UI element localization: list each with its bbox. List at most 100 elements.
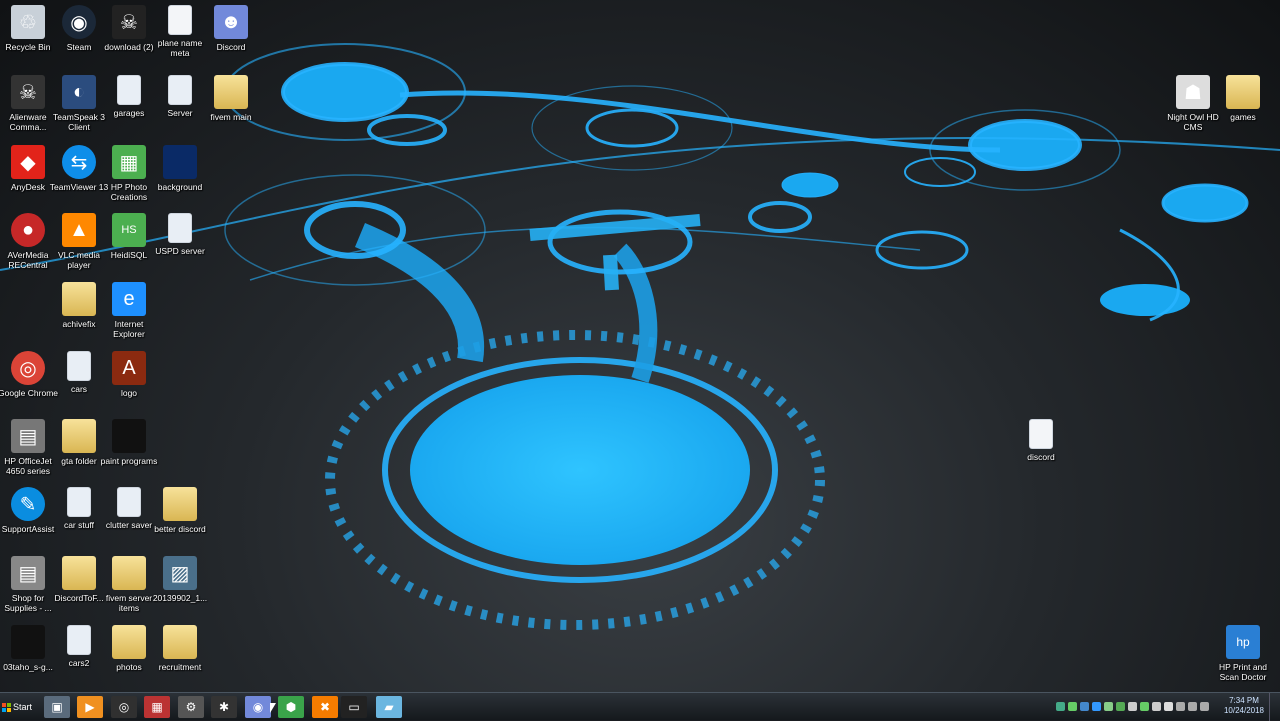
skull-image-icon: ☠ <box>112 5 146 39</box>
terminal-icon[interactable]: ▭ <box>341 696 367 718</box>
file-icon <box>67 351 91 381</box>
desktop-icon[interactable]: ● AVerMedia RECentral <box>0 213 56 270</box>
desktop-icon[interactable]: ▤ Shop for Supplies - ... <box>0 556 56 613</box>
desktop-icon[interactable]: ☠ Alienware Comma... <box>0 75 56 132</box>
desktop-icon[interactable]: Alogo <box>101 351 157 398</box>
tray-icon[interactable] <box>1056 702 1065 711</box>
desktop-icon[interactable]: fivem main <box>203 75 259 122</box>
desktop-icon-label: paint programs <box>100 456 158 466</box>
clock[interactable]: 7:34 PM 10/24/2018 <box>1224 696 1264 716</box>
tray-icon[interactable] <box>1116 702 1125 711</box>
photo-icon: ▨ <box>163 556 197 590</box>
folder-icon <box>214 75 248 109</box>
hex-app-icon[interactable]: ⬢ <box>278 696 304 718</box>
desktop-icon[interactable]: ◐ TeamSpeak 3 Client <box>51 75 107 132</box>
obs-icon[interactable]: ◎ <box>111 696 137 718</box>
desktop-icon[interactable]: hp HP Print and Scan Doctor <box>1215 625 1271 682</box>
tray-icon[interactable] <box>1200 702 1209 711</box>
tray-icon[interactable] <box>1092 702 1101 711</box>
spider-app-icon[interactable]: ✱ <box>211 696 237 718</box>
desktop-icon[interactable]: discord <box>1013 419 1069 462</box>
desktop-icon[interactable]: USPD server <box>152 213 208 256</box>
support-assist-icon: ✎ <box>11 487 45 521</box>
notepad-taskbar-icon[interactable]: ▰ <box>376 696 402 718</box>
hp-photo-icon: ▦ <box>112 145 146 179</box>
tray-icon[interactable] <box>1152 702 1161 711</box>
desktop-icon[interactable]: ☠ download (2) <box>101 5 157 52</box>
desktop-icon[interactable]: ▤ HP OfficeJet 4650 series <box>0 419 56 476</box>
desktop-icon[interactable]: ♲ Recycle Bin <box>0 5 56 52</box>
desktop-icon[interactable]: plane name meta <box>152 5 208 58</box>
taskbar: Start ▣ ▶ ◎ ▦ ⚙ ✱ ◉ ⬢ ✖ ▭ ▰ 7:34 PM 10/24/2018 <box>0 692 1280 721</box>
folder-icon <box>1226 75 1260 109</box>
internet-explorer-icon: e <box>112 282 146 316</box>
folder-icon <box>163 487 197 521</box>
desktop-icon[interactable]: games <box>1215 75 1271 122</box>
document-icon <box>168 5 192 35</box>
desktop-icon[interactable]: e Internet Explorer <box>101 282 157 339</box>
recycle-bin-icon: ♲ <box>11 5 45 39</box>
desktop-icon[interactable]: paint programs <box>101 419 157 466</box>
desktop-icon[interactable]: ▨ 20139902_1... <box>152 556 208 603</box>
desktop-icon[interactable]: ✎ SupportAssist <box>0 487 56 534</box>
flag-app-icon[interactable]: ▦ <box>144 696 170 718</box>
desktop-icon-label: discord <box>1027 452 1055 462</box>
tray-icon[interactable] <box>1080 702 1089 711</box>
desktop-icon[interactable]: 03taho_s-g... <box>0 625 56 672</box>
desktop-icon-label: games <box>1230 112 1256 122</box>
desktop-icon[interactable]: photos <box>101 625 157 672</box>
desktop-icon[interactable]: HS HeidiSQL <box>101 213 157 260</box>
desktop-icon-label: fivem main <box>210 112 252 122</box>
desktop-icon[interactable]: background <box>152 145 208 192</box>
folder-dark-icon <box>112 419 146 453</box>
gear-app-icon[interactable]: ⚙ <box>178 696 204 718</box>
desktop-icon[interactable]: better discord <box>152 487 208 534</box>
discord-taskbar-icon[interactable]: ◉ <box>245 696 271 718</box>
tray-icon[interactable] <box>1128 702 1137 711</box>
desktop-icon[interactable]: clutter saver <box>101 487 157 530</box>
teamviewer-icon: ⇆ <box>62 145 96 179</box>
tray-icon[interactable] <box>1068 702 1077 711</box>
anydesk-icon: ◆ <box>11 145 45 179</box>
desktop-icon-label: Discord <box>216 42 246 52</box>
printer-supplies-icon: ▤ <box>11 556 45 590</box>
tray-icon[interactable] <box>1104 702 1113 711</box>
folder-icon <box>112 625 146 659</box>
desktop-icon[interactable]: ☻ Discord <box>203 5 259 52</box>
file-icon <box>67 487 91 517</box>
tray-icon[interactable] <box>1140 702 1149 711</box>
heidisql-icon: HS <box>112 213 146 247</box>
image-icon <box>163 145 197 179</box>
desktop-icon[interactable]: Server <box>152 75 208 118</box>
folder-icon <box>62 282 96 316</box>
folder-icon <box>62 556 96 590</box>
xampp-icon[interactable]: ✖ <box>312 696 338 718</box>
desktop-icon-label: Internet Explorer <box>113 319 145 339</box>
tray-icon[interactable] <box>1176 702 1185 711</box>
desktop-icon-label: USPD server <box>155 246 205 256</box>
tray-icon[interactable] <box>1164 702 1173 711</box>
desktop-icon[interactable]: ▲ VLC media player <box>51 213 107 270</box>
clock-time: 7:34 PM <box>1229 696 1259 705</box>
media-player-icon[interactable]: ▶ <box>77 696 103 718</box>
desktop-icon[interactable]: ☗ Night Owl HD CMS <box>1165 75 1221 132</box>
desktop[interactable]: ♲ Recycle Bin ◉ Steam ☠ download (2) plane nam… <box>0 0 1280 692</box>
system-tray: 7:34 PM 10/24/2018 <box>1050 693 1280 721</box>
desktop-icon[interactable]: recruitment <box>152 625 208 672</box>
hp-doctor-icon: hp <box>1226 625 1260 659</box>
desktop-icon[interactable]: ◆ AnyDesk <box>0 145 56 192</box>
tray-icon[interactable] <box>1188 702 1197 711</box>
desktop-icon[interactable]: ◎ Google Chrome <box>0 351 58 398</box>
show-desktop-button[interactable] <box>1269 693 1280 721</box>
start-label: Start <box>13 702 33 712</box>
desktop-icon[interactable]: garages <box>101 75 157 118</box>
file-explorer-icon[interactable]: ▣ <box>44 696 70 718</box>
logo-image-icon: A <box>112 351 146 385</box>
file-icon <box>67 625 91 655</box>
desktop-icon-label: HP Print and Scan Doctor <box>1218 662 1268 682</box>
desktop-icon[interactable]: fivem server items <box>101 556 157 613</box>
desktop-icon[interactable]: ▦ HP Photo Creations <box>101 145 157 202</box>
start-button[interactable]: Start <box>2 697 36 717</box>
notepad-icon <box>117 75 141 105</box>
file-icon <box>117 487 141 517</box>
